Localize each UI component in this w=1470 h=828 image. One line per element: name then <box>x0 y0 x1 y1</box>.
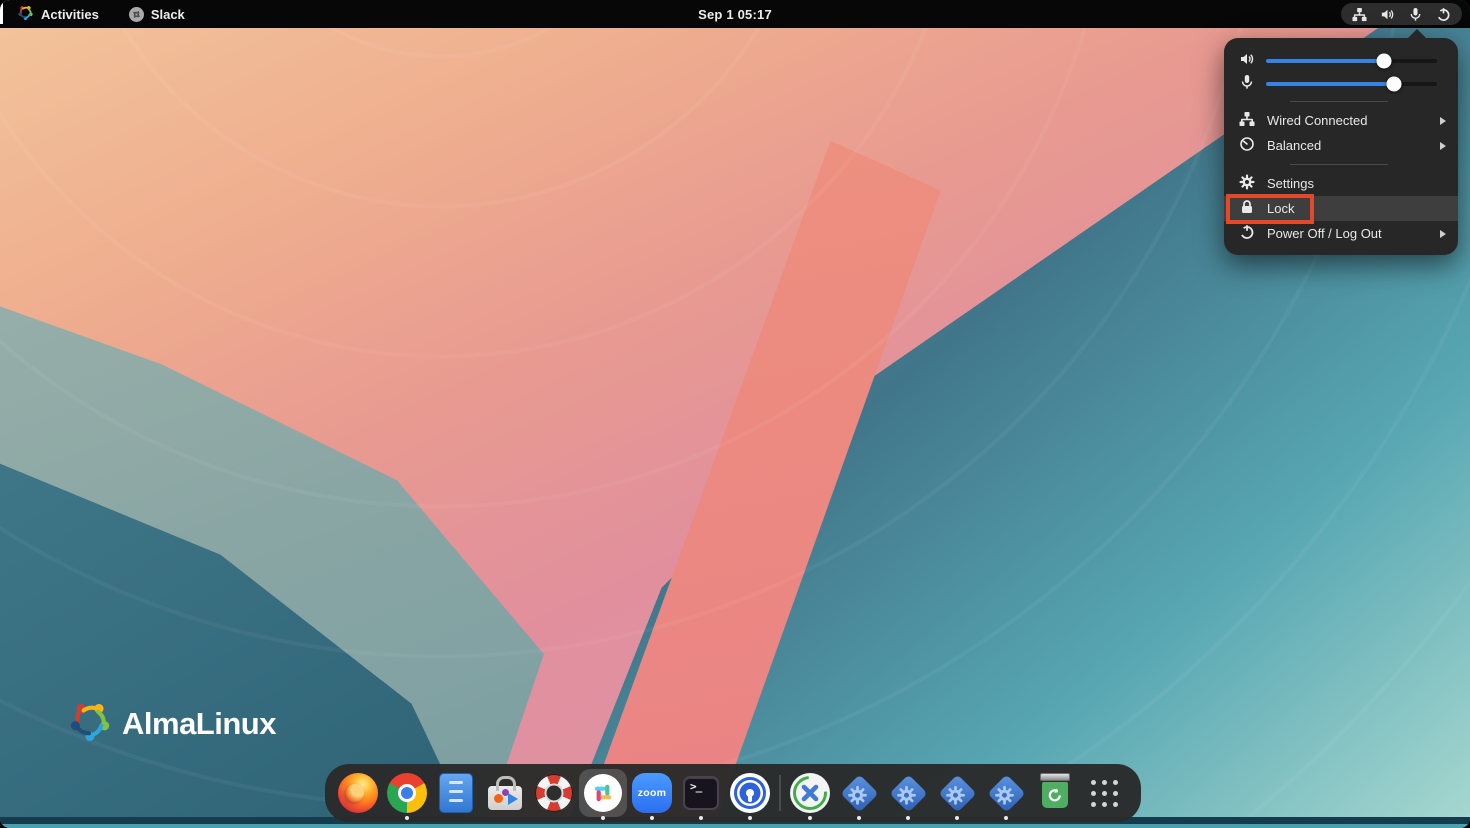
distro-logo-icon <box>17 4 34 24</box>
trash-icon <box>1035 773 1075 813</box>
running-indicator-dot <box>808 816 812 820</box>
dock-item-zoom[interactable]: zoom <box>632 773 672 813</box>
running-indicator-dot <box>748 816 752 820</box>
power-icon <box>1436 7 1451 22</box>
dock-item-1password[interactable] <box>730 773 770 813</box>
running-indicator-dot <box>1004 816 1008 820</box>
dock-item-firefox[interactable] <box>338 773 378 813</box>
gear-icon <box>1239 174 1255 193</box>
microphone-icon <box>1408 7 1423 22</box>
dock-item-slack[interactable] <box>583 773 623 813</box>
volume-slider[interactable] <box>1266 59 1437 63</box>
terminal-icon: >_ <box>683 776 719 810</box>
1password-icon <box>730 773 770 813</box>
diamond-gear-icon <box>987 774 1025 812</box>
activities-label: Activities <box>41 7 99 22</box>
menu-item-label: Lock <box>1267 201 1294 216</box>
menu-item-settings[interactable]: Settings <box>1224 171 1458 196</box>
speaker-icon <box>1380 7 1395 22</box>
mic-slider-row <box>1224 72 1458 95</box>
activities-button[interactable]: Activities <box>13 2 103 26</box>
dock-item-files[interactable] <box>436 773 476 813</box>
volume-slider-knob[interactable] <box>1376 53 1391 68</box>
running-indicator-dot <box>906 816 910 820</box>
menu-item-wired-connected[interactable]: Wired Connected <box>1224 108 1458 133</box>
focused-app-label: Slack <box>151 7 185 22</box>
menu-separator <box>1290 101 1388 102</box>
running-indicator-dot <box>405 816 409 820</box>
wired-network-icon <box>1239 111 1255 130</box>
running-indicator-dot <box>857 816 861 820</box>
power-icon <box>1239 224 1255 243</box>
top-bar: Activities Slack Sep 1 05:17 <box>0 0 1470 28</box>
running-indicator-dot <box>601 816 605 820</box>
slack-icon <box>584 774 622 812</box>
app-grid-icon <box>1091 780 1118 807</box>
dock-item-terminal[interactable]: >_ <box>681 773 721 813</box>
volume-slider-row <box>1224 49 1458 72</box>
dock: zoom >_ <box>325 764 1141 822</box>
menu-item-lock[interactable]: Lock <box>1224 196 1458 221</box>
zoom-icon-label: zoom <box>638 787 667 799</box>
dock-item-generic-app-1[interactable] <box>839 773 879 813</box>
menu-item-label: Settings <box>1267 176 1314 191</box>
life-preserver-icon <box>535 774 573 812</box>
system-menu: Wired Connected Balanced Settings Lock <box>1224 38 1458 255</box>
dock-item-help[interactable] <box>534 773 574 813</box>
almalinux-watermark: AlmaLinux <box>67 698 276 749</box>
lock-icon <box>1239 199 1255 218</box>
software-bag-icon <box>488 786 522 810</box>
running-indicator-dot <box>650 816 654 820</box>
wallpaper-bottom-light-band <box>0 824 1470 828</box>
focused-app-indicator[interactable]: Slack <box>129 7 185 22</box>
menu-item-label: Wired Connected <box>1267 113 1367 128</box>
terminal-prompt-glyph: >_ <box>690 780 701 793</box>
submenu-arrow-icon <box>1440 117 1446 125</box>
slack-indicator-icon <box>129 7 144 22</box>
mic-slider-knob[interactable] <box>1387 76 1402 91</box>
submenu-arrow-icon <box>1440 230 1446 238</box>
file-cabinet-icon <box>439 773 473 813</box>
screen-edge-artifact <box>0 3 3 24</box>
x-arrows-app-icon <box>790 773 830 813</box>
dock-item-chrome[interactable] <box>387 773 427 813</box>
almalinux-logo-icon <box>67 698 113 749</box>
diamond-gear-icon <box>840 774 878 812</box>
firefox-icon <box>338 773 378 813</box>
microphone-icon <box>1239 74 1255 93</box>
submenu-arrow-icon <box>1440 142 1446 150</box>
dock-item-trash[interactable] <box>1035 773 1075 813</box>
diamond-gear-icon <box>889 774 927 812</box>
running-indicator-dot <box>955 816 959 820</box>
desktop-screen: AlmaLinux <box>0 0 1470 828</box>
speaker-icon <box>1239 51 1255 70</box>
almalinux-wordmark: AlmaLinux <box>122 706 276 742</box>
dock-item-remote-x[interactable] <box>790 773 830 813</box>
dock-item-software[interactable] <box>485 773 525 813</box>
dock-item-app-grid[interactable] <box>1084 773 1124 813</box>
wired-network-icon <box>1352 7 1367 22</box>
chrome-icon <box>387 773 427 813</box>
menu-separator <box>1290 164 1388 165</box>
dock-separator <box>779 775 781 811</box>
mic-slider[interactable] <box>1266 82 1437 86</box>
dock-item-generic-app-3[interactable] <box>937 773 977 813</box>
dock-item-generic-app-2[interactable] <box>888 773 928 813</box>
clock[interactable]: Sep 1 05:17 <box>698 7 772 22</box>
running-indicator-dot <box>699 816 703 820</box>
gauge-icon <box>1239 136 1255 155</box>
menu-item-label: Power Off / Log Out <box>1267 226 1382 241</box>
dock-item-generic-app-4[interactable] <box>986 773 1026 813</box>
menu-item-power-profile-balanced[interactable]: Balanced <box>1224 133 1458 158</box>
menu-item-label: Balanced <box>1267 138 1321 153</box>
menu-item-power-off-log-out[interactable]: Power Off / Log Out <box>1224 221 1458 246</box>
zoom-icon: zoom <box>632 773 672 813</box>
diamond-gear-icon <box>938 774 976 812</box>
system-tray-button[interactable] <box>1341 3 1462 25</box>
